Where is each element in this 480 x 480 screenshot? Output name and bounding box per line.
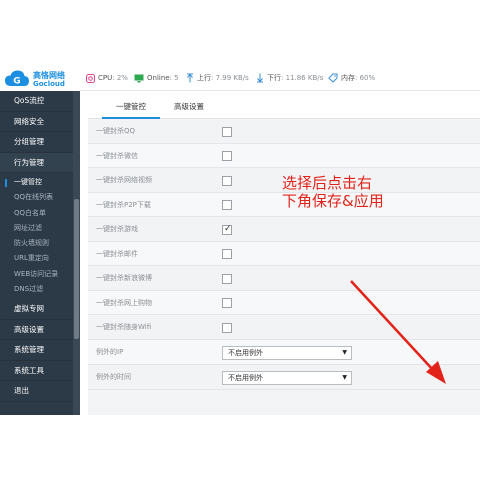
sidebar-item-system-tools[interactable]: 系统工具: [0, 361, 73, 382]
sidebar-subitem-one-click-control[interactable]: 一键管控: [0, 175, 73, 190]
block-weibo-checkbox[interactable]: [222, 273, 232, 284]
block-video-checkbox[interactable]: [222, 175, 232, 186]
exception-time-select[interactable]: 不启用例外 ▼: [222, 370, 352, 385]
option-label: 一键封杀网上购物: [96, 298, 152, 307]
annotation-line-1: 选择后点击右: [282, 174, 373, 192]
upload-stat: 上行: 7.99 KB/s: [186, 72, 249, 84]
tab-advanced-settings[interactable]: 高级设置: [160, 95, 218, 119]
option-row: 一键封杀微信: [88, 143, 480, 168]
option-label: 一键封杀P2P下载: [96, 200, 151, 209]
router-admin-window: G 高恪网络 Gocloud QoS流控 网络安全 分组管理 行为管理 一键管控…: [0, 65, 480, 415]
tab-one-click-control[interactable]: 一键管控: [102, 95, 160, 119]
sidebar-item-behavior-management[interactable]: 行为管理: [0, 152, 73, 173]
exception-label: 例外的时间: [96, 372, 131, 381]
control-form: 一键封杀QQ 一键封杀微信 一键封杀网络视频 一键封杀P2P下载 一键封杀游戏 …: [88, 119, 480, 390]
option-label: 一键封杀邮件: [96, 249, 138, 258]
exception-row: 例外的IP 不启用例外 ▼: [88, 339, 480, 365]
sidebar-menu: QoS流控 网络安全 分组管理 行为管理 一键管控 QQ在线列表 QQ白名单 网…: [0, 91, 73, 402]
annotation-line-2: 下角保存&应用: [282, 192, 384, 210]
block-p2p-checkbox[interactable]: [222, 200, 232, 210]
sidebar-subitem-web-access-log[interactable]: WEB访问记录: [0, 267, 73, 282]
sidebar-subitem-qq-online-list[interactable]: QQ在线列表: [0, 190, 73, 205]
option-row: 一键封杀QQ: [88, 119, 480, 144]
option-label: 一键封杀随身Wifi: [96, 323, 152, 331]
option-label: 一键封杀新浪微博: [96, 274, 152, 282]
sidebar: G 高恪网络 Gocloud QoS流控 网络安全 分组管理 行为管理 一键管控…: [0, 65, 80, 415]
sidebar-subitem-firewall-rules[interactable]: 防火墙规则: [0, 236, 73, 251]
cpu-stat: CPU: 2%: [86, 72, 128, 84]
block-qq-checkbox[interactable]: [222, 126, 232, 137]
sidebar-item-advanced-settings[interactable]: 高级设置: [0, 320, 73, 341]
logo: G 高恪网络 Gocloud: [0, 65, 80, 91]
exception-label: 例外的IP: [96, 347, 124, 356]
online-value: : 5: [169, 74, 179, 82]
svg-text:G: G: [13, 77, 20, 87]
sidebar-item-qos[interactable]: QoS流控: [0, 91, 73, 112]
sidebar-item-logout[interactable]: 退出: [0, 381, 73, 402]
sidebar-item-network-security[interactable]: 网络安全: [0, 112, 73, 132]
status-bar: CPU: 2% Online: 5 上行: 7.99 KB/s 下行: 11.8…: [80, 65, 480, 91]
sidebar-item-system-management[interactable]: 系统管理: [0, 340, 73, 361]
instruction-annotation: 选择后点击右 下角保存&应用: [282, 174, 422, 210]
logo-name-en: Gocloud: [33, 80, 65, 88]
upload-value: : 7.99 KB/s: [211, 74, 249, 82]
option-label: 一键封杀微信: [96, 151, 138, 160]
cpu-label: CPU: [98, 74, 113, 82]
option-row: 一键封杀邮件: [88, 241, 480, 266]
tab-bar: 一键管控 高级设置: [88, 95, 480, 119]
download-label: 下行: [267, 74, 281, 82]
sidebar-subitem-url-filter[interactable]: 网址过滤: [0, 221, 73, 236]
sidebar-scrollbar-thumb[interactable]: [74, 199, 79, 339]
sidebar-subitem-url-redirect[interactable]: URL重定向: [0, 251, 73, 266]
monitor-icon: [134, 74, 144, 82]
sidebar-item-group-management[interactable]: 分组管理: [0, 132, 73, 153]
exception-ip-value: 不启用例外: [228, 348, 263, 357]
sidebar-subitem-qq-whitelist[interactable]: QQ白名单: [0, 206, 73, 221]
memory-stat: 内存: 60%: [328, 72, 375, 84]
sidebar-subitem-dns-filter[interactable]: DNS过滤: [0, 282, 73, 297]
block-wechat-checkbox[interactable]: [222, 151, 232, 161]
option-label: 一键封杀网络视频: [96, 176, 152, 184]
chevron-down-icon: ▼: [342, 373, 347, 381]
main-content: 一键管控 高级设置 一键封杀QQ 一键封杀微信 一键封杀网络视频 一键封杀P2P…: [88, 95, 480, 415]
option-row: 一键封杀游戏: [88, 217, 480, 242]
memory-value: : 60%: [355, 74, 376, 82]
block-portable-wifi-checkbox[interactable]: [222, 322, 232, 333]
block-mail-checkbox[interactable]: [222, 249, 232, 259]
option-row: 一键封杀新浪微博: [88, 266, 480, 291]
exception-row: 例外的时间 不启用例外 ▼: [88, 364, 480, 390]
sidebar-scrollbar[interactable]: [73, 91, 80, 415]
upload-label: 上行: [197, 74, 211, 82]
upload-arrow-icon: [187, 73, 193, 83]
option-row: 一键封杀网上购物: [88, 290, 480, 315]
sidebar-item-vpn[interactable]: 虚拟专网: [0, 299, 73, 320]
memory-label: 内存: [341, 74, 355, 82]
behavior-management-submenu: 一键管控 QQ在线列表 QQ白名单 网址过滤 防火墙规则 URL重定向 WEB访…: [0, 173, 73, 300]
online-stat: Online: 5: [134, 72, 179, 84]
download-value: : 11.86 KB/s: [281, 74, 324, 82]
download-arrow-icon: [257, 73, 263, 83]
download-stat: 下行: 11.86 KB/s: [256, 72, 323, 84]
memory-tag-icon: [328, 73, 338, 83]
exception-ip-select[interactable]: 不启用例外 ▼: [222, 345, 352, 360]
cpu-icon: [86, 73, 95, 83]
option-label: 一键封杀QQ: [96, 127, 136, 135]
block-shopping-checkbox[interactable]: [222, 298, 232, 308]
cpu-value: : 2%: [112, 74, 128, 82]
chevron-down-icon: ▼: [342, 348, 347, 356]
option-row: 一键封杀随身Wifi: [88, 315, 480, 340]
exception-time-value: 不启用例外: [228, 373, 263, 382]
online-label: Online: [147, 74, 170, 82]
cloud-logo-icon: G: [5, 70, 29, 87]
block-games-checkbox[interactable]: [222, 224, 232, 235]
option-label: 一键封杀游戏: [96, 225, 138, 233]
